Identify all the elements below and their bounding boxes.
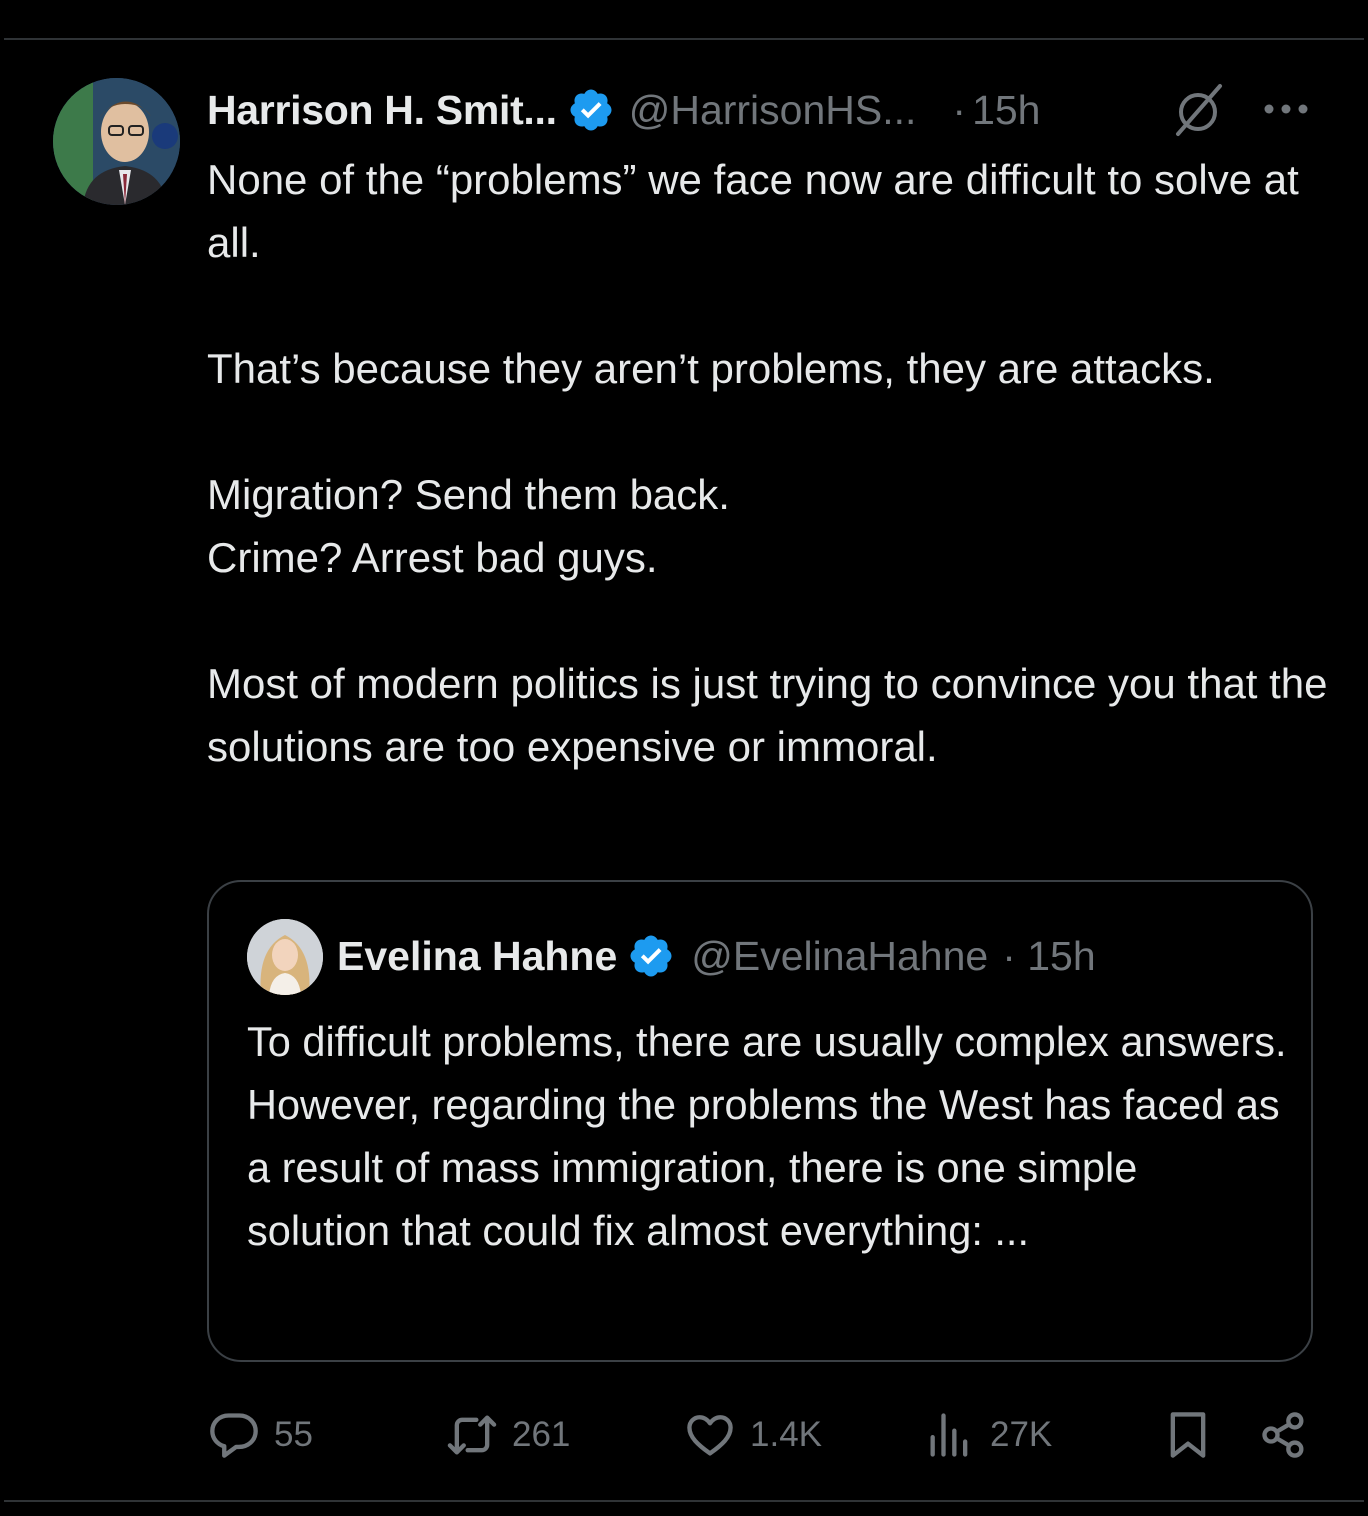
quoted-author-avatar[interactable] xyxy=(247,919,323,995)
quoted-header: Evelina Hahne @EvelinaHahne · 15h xyxy=(337,926,1096,986)
reply-button[interactable]: 55 xyxy=(208,1404,313,1466)
tweet-text: None of the “problems” we face now are d… xyxy=(207,156,1328,770)
separator-dot: · xyxy=(952,86,967,133)
bookmark-icon xyxy=(1170,1412,1206,1458)
views-count: 27K xyxy=(990,1415,1053,1454)
views-button[interactable]: 27K xyxy=(924,1404,1052,1466)
author-name[interactable]: Harrison H. Smit... xyxy=(207,87,557,134)
author-avatar[interactable] xyxy=(53,78,180,205)
repost-icon xyxy=(447,1415,497,1455)
repost-count: 261 xyxy=(512,1415,571,1454)
avatar-image xyxy=(53,78,180,205)
bottom-divider xyxy=(4,1500,1364,1502)
tweet-header: Harrison H. Smit... @HarrisonHS... · 15h xyxy=(207,80,1040,140)
bookmark-button[interactable] xyxy=(1162,1404,1214,1466)
quoted-tweet-text: To difficult problems, there are usually… xyxy=(247,1018,1287,1254)
quoted-tweet-time[interactable]: · 15h xyxy=(1002,933,1095,980)
top-divider xyxy=(4,38,1364,40)
action-bar: 55 261 1.4K 27K xyxy=(0,1404,1368,1466)
grok-icon[interactable] xyxy=(1170,82,1226,138)
tweet-time[interactable]: 15h xyxy=(972,87,1040,134)
quoted-tweet[interactable]: Evelina Hahne @EvelinaHahne · 15h To dif… xyxy=(207,880,1313,1362)
quoted-author-name[interactable]: Evelina Hahne xyxy=(337,933,617,980)
more-icon[interactable] xyxy=(1262,100,1310,118)
repost-button[interactable]: 261 xyxy=(446,1404,570,1466)
heart-icon xyxy=(687,1415,733,1456)
like-button[interactable]: 1.4K xyxy=(684,1404,822,1466)
like-count: 1.4K xyxy=(750,1415,822,1454)
verified-badge-icon xyxy=(630,935,672,977)
quoted-avatar-image xyxy=(247,919,323,995)
verified-badge-icon xyxy=(570,89,612,131)
reply-icon xyxy=(210,1413,258,1458)
reply-count: 55 xyxy=(274,1415,313,1454)
views-icon xyxy=(930,1413,968,1457)
share-button[interactable] xyxy=(1258,1404,1310,1466)
share-icon xyxy=(1262,1412,1304,1458)
author-handle[interactable]: @HarrisonHS... xyxy=(629,87,917,134)
quoted-author-handle[interactable]: @EvelinaHahne xyxy=(691,933,988,980)
